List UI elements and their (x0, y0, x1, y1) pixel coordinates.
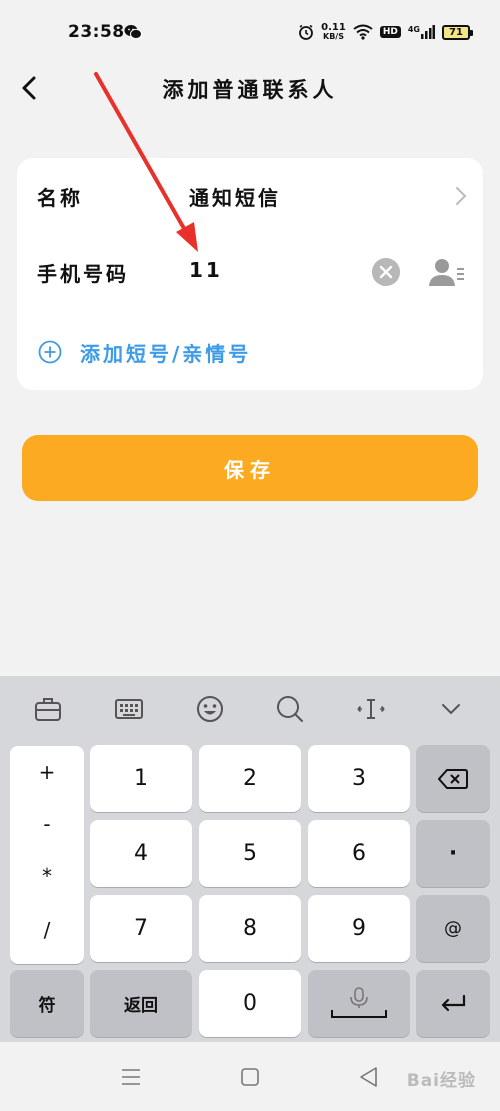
key-8[interactable]: 8 (199, 895, 301, 962)
key-5[interactable]: 5 (199, 820, 301, 887)
backspace-key[interactable] (416, 745, 490, 812)
key-2[interactable]: 2 (199, 745, 301, 812)
add-short-number-label: 添加短号/亲情号 (80, 342, 252, 366)
name-value[interactable]: 通知短信 (189, 182, 281, 211)
key-7[interactable]: 7 (90, 895, 192, 962)
phone-input[interactable]: 11 (189, 258, 223, 282)
key-minus[interactable]: - (10, 798, 84, 850)
plus-circle-icon (38, 340, 62, 364)
keyboard-toolbar (0, 676, 500, 742)
signal-indicator: 4G (408, 25, 435, 39)
page-title: 添加普通联系人 (162, 78, 338, 102)
status-time: 23:58 (68, 22, 125, 42)
signal-icon (421, 25, 435, 39)
cursor-icon[interactable] (354, 692, 388, 726)
add-short-number-button[interactable]: 添加短号/亲情号 (17, 314, 483, 390)
system-nav-bar: Bai经验 (0, 1042, 500, 1111)
collapse-keyboard-icon[interactable] (434, 692, 468, 726)
key-asterisk[interactable]: * (10, 850, 84, 902)
space-voice-key[interactable] (308, 970, 410, 1037)
search-icon[interactable] (273, 692, 307, 726)
key-1[interactable]: 1 (90, 745, 192, 812)
battery-indicator: 71 (442, 24, 473, 40)
key-at[interactable]: @ (416, 895, 490, 962)
status-icons: 0.11 KB/S HD 4G 71 (298, 20, 473, 44)
name-row[interactable]: 名称 通知短信 (17, 158, 483, 234)
net-speed: 0.11 KB/S (321, 22, 346, 42)
contacts-picker-button[interactable] (429, 256, 465, 288)
symbol-column: + - * / (10, 746, 84, 964)
alarm-icon (299, 24, 314, 40)
keyboard-icon[interactable] (112, 692, 146, 726)
clear-input-button[interactable] (372, 258, 400, 286)
chevron-right-icon (456, 187, 467, 205)
watermark: Bai经验 (406, 1071, 476, 1091)
name-label: 名称 (37, 186, 83, 210)
key-9[interactable]: 9 (308, 895, 410, 962)
symbols-mode-key[interactable]: 符 (10, 970, 84, 1037)
key-0[interactable]: 0 (199, 970, 301, 1037)
key-3[interactable]: 3 (308, 745, 410, 812)
microphone-icon (331, 986, 387, 1018)
key-dot[interactable]: · (416, 820, 490, 887)
emoji-icon[interactable] (193, 692, 227, 726)
key-slash[interactable]: / (10, 904, 84, 956)
wifi-icon (353, 24, 373, 40)
net-speed-value: 0.11 (321, 22, 346, 33)
numeric-keyboard: + - * / 1 2 3 4 5 6 · 7 8 9 @ 符 返回 0 (0, 676, 500, 1042)
return-key[interactable]: 返回 (90, 970, 192, 1037)
home-icon[interactable] (237, 1064, 263, 1090)
enter-key[interactable] (416, 970, 490, 1037)
phone-label: 手机号码 (37, 262, 129, 286)
save-button[interactable]: 保存 (22, 435, 478, 501)
key-6[interactable]: 6 (308, 820, 410, 887)
key-plus[interactable]: + (10, 746, 84, 798)
backspace-icon (438, 768, 468, 789)
briefcase-icon[interactable] (31, 692, 65, 726)
contact-form-card: 名称 通知短信 手机号码 11 添加短号/亲情号 (17, 158, 483, 390)
page-header: 添加普通联系人 (0, 66, 500, 112)
wechat-icon (124, 25, 142, 40)
signal-label: 4G (407, 25, 420, 34)
enter-icon (441, 994, 466, 1011)
status-bar: 23:58 0.11 KB/S HD 4G 71 (0, 0, 500, 66)
key-4[interactable]: 4 (90, 820, 192, 887)
back-nav-icon[interactable] (356, 1064, 382, 1090)
menu-icon[interactable] (118, 1064, 144, 1090)
net-speed-unit: KB/S (323, 32, 344, 41)
hd-badge: HD (379, 26, 401, 38)
phone-row: 手机号码 11 (17, 234, 483, 310)
